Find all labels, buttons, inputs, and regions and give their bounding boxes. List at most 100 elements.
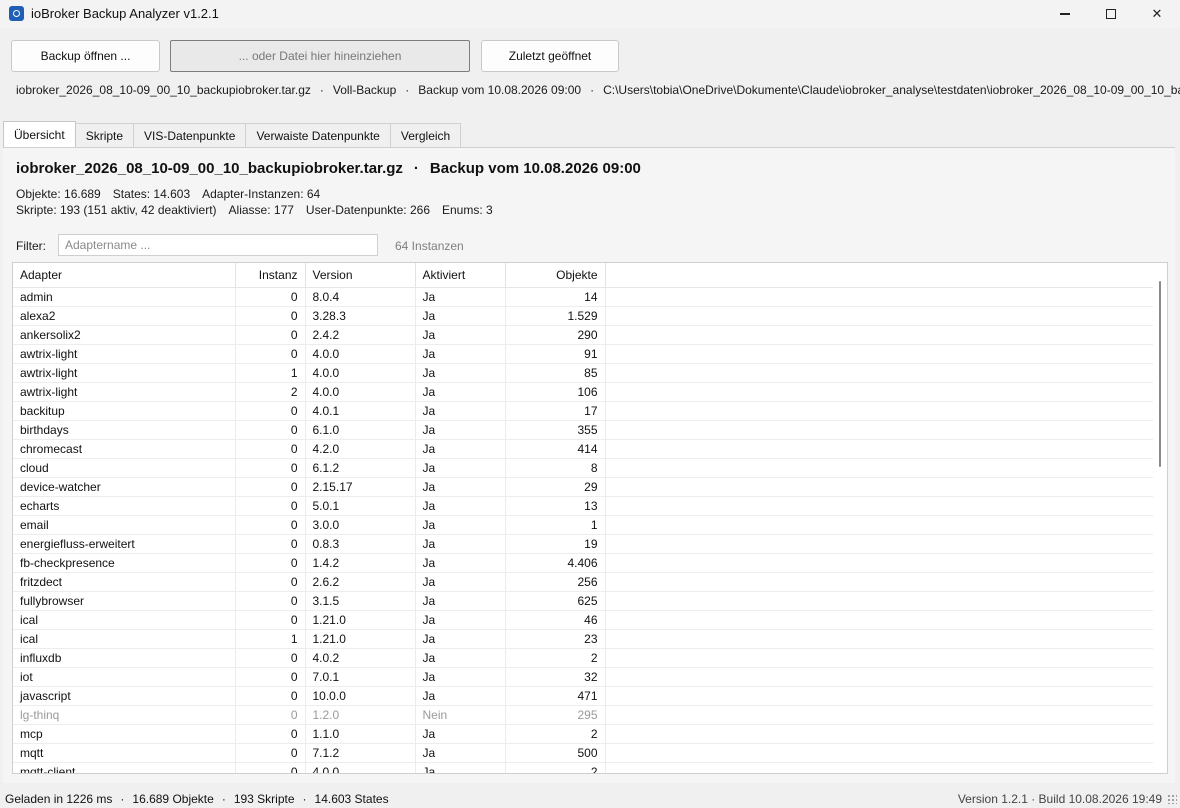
table-row[interactable]: awtrix-light 2 4.0.0 Ja 106 [13,382,1154,402]
table-row[interactable]: ankersolix2 0 2.4.2 Ja 290 [13,325,1154,345]
column-header-adapter[interactable]: Adapter [13,263,236,288]
filter-input[interactable] [58,234,378,256]
table-row[interactable]: lg-thinq 0 1.2.0 Nein 295 [13,705,1154,725]
table-row[interactable]: birthdays 0 6.1.0 Ja 355 [13,420,1154,440]
table-row[interactable]: admin 0 8.0.4 Ja 14 [13,287,1154,307]
table-header: Adapter Instanz Version Aktiviert Objekt… [13,263,1154,288]
cell-version: 1.21.0 [305,610,416,630]
cell-adapter: lg-thinq [13,705,236,725]
table-row[interactable]: energiefluss-erweitert 0 0.8.3 Ja 19 [13,534,1154,554]
column-header-version[interactable]: Version [305,263,416,288]
tab-scripts[interactable]: Skripte [74,123,135,147]
cell-version: 8.0.4 [305,287,416,307]
cell-filler [605,724,1154,744]
cell-objects: 13 [505,496,606,516]
table-row[interactable]: fb-checkpresence 0 1.4.2 Ja 4.406 [13,553,1154,573]
cell-adapter: alexa2 [13,306,236,326]
cell-enabled: Ja [415,306,506,326]
tab-compare[interactable]: Vergleich [389,123,462,147]
cell-adapter: fritzdect [13,572,236,592]
page-title: iobroker_2026_08_10-09_00_10_backupiobro… [16,160,641,177]
table-row[interactable]: ical 1 1.21.0 Ja 23 [13,629,1154,649]
cell-filler [605,572,1154,592]
table-row[interactable]: mqtt-client 0 4.0.0 Ja 2 [13,762,1154,773]
cell-instance: 0 [235,572,306,592]
cell-enabled: Ja [415,648,506,668]
column-header-instance[interactable]: Instanz [235,263,306,288]
column-header-objects[interactable]: Objekte [505,263,606,288]
cell-filler [605,648,1154,668]
cell-enabled: Ja [415,287,506,307]
column-header-filler [605,263,1154,288]
cell-instance: 0 [235,420,306,440]
cell-version: 1.1.0 [305,724,416,744]
cell-objects: 2 [505,762,606,773]
scrollbar-thumb[interactable] [1159,281,1161,467]
cell-instance: 0 [235,667,306,687]
tab-vis-datapoints[interactable]: VIS-Datenpunkte [133,123,247,147]
adapter-table[interactable]: Adapter Instanz Version Aktiviert Objekt… [12,262,1168,774]
cell-adapter: ankersolix2 [13,325,236,345]
cell-enabled: Ja [415,382,506,402]
close-icon: ✕ [1151,6,1163,21]
table-row[interactable]: alexa2 0 3.28.3 Ja 1.529 [13,306,1154,326]
cell-objects: 1 [505,515,606,535]
maximize-button[interactable] [1088,0,1134,28]
cell-instance: 0 [235,439,306,459]
title-bar: ioBroker Backup Analyzer v1.2.1 ✕ [0,0,1180,28]
table-row[interactable]: javascript 0 10.0.0 Ja 471 [13,686,1154,706]
cell-version: 2.6.2 [305,572,416,592]
cell-objects: 46 [505,610,606,630]
cell-filler [605,477,1154,497]
column-header-enabled[interactable]: Aktiviert [415,263,506,288]
table-row[interactable]: backitup 0 4.0.1 Ja 17 [13,401,1154,421]
cell-instance: 0 [235,477,306,497]
cell-adapter: echarts [13,496,236,516]
table-row[interactable]: cloud 0 6.1.2 Ja 8 [13,458,1154,478]
recent-files-button[interactable]: Zuletzt geöffnet [481,40,619,72]
table-row[interactable]: influxdb 0 4.0.2 Ja 2 [13,648,1154,668]
table-row[interactable]: chromecast 0 4.2.0 Ja 414 [13,439,1154,459]
minimize-button[interactable] [1042,0,1088,28]
resize-grip-icon[interactable] [1167,794,1177,804]
cell-instance: 0 [235,458,306,478]
cell-version: 5.0.1 [305,496,416,516]
cell-objects: 14 [505,287,606,307]
table-row[interactable]: echarts 0 5.0.1 Ja 13 [13,496,1154,516]
cell-adapter: mcp [13,724,236,744]
cell-instance: 1 [235,629,306,649]
table-row[interactable]: iot 0 7.0.1 Ja 32 [13,667,1154,687]
cell-filler [605,458,1154,478]
open-backup-button[interactable]: Backup öffnen ... [11,40,160,72]
cell-adapter: javascript [13,686,236,706]
cell-enabled: Ja [415,515,506,535]
table-row[interactable]: awtrix-light 0 4.0.0 Ja 91 [13,344,1154,364]
tab-orphaned-datapoints[interactable]: Verwaiste Datenpunkte [245,123,391,147]
table-row[interactable]: fritzdect 0 2.6.2 Ja 256 [13,572,1154,592]
table-row[interactable]: email 0 3.0.0 Ja 1 [13,515,1154,535]
file-drop-zone[interactable]: ... oder Datei hier hineinziehen [170,40,470,72]
cell-objects: 32 [505,667,606,687]
table-row[interactable]: mqtt 0 7.1.2 Ja 500 [13,743,1154,763]
cell-objects: 91 [505,344,606,364]
table-row[interactable]: mcp 0 1.1.0 Ja 2 [13,724,1154,744]
cell-adapter: fb-checkpresence [13,553,236,573]
status-bar: Geladen in 1226 ms · 16.689 Objekte · 193 Sk… [0,788,1180,808]
cell-version: 1.2.0 [305,705,416,725]
cell-version: 3.28.3 [305,306,416,326]
tab-overview[interactable]: Übersicht [3,121,76,147]
vertical-scrollbar[interactable] [1153,263,1167,773]
cell-objects: 500 [505,743,606,763]
cell-enabled: Ja [415,534,506,554]
table-row[interactable]: ical 0 1.21.0 Ja 46 [13,610,1154,630]
cell-filler [605,610,1154,630]
cell-adapter: energiefluss-erweitert [13,534,236,554]
cell-version: 6.1.0 [305,420,416,440]
table-row[interactable]: device-watcher 0 2.15.17 Ja 29 [13,477,1154,497]
close-button[interactable]: ✕ [1134,0,1180,28]
table-row[interactable]: fullybrowser 0 3.1.5 Ja 625 [13,591,1154,611]
cell-version: 4.0.0 [305,762,416,773]
file-name: iobroker_2026_08_10-09_00_10_backupiobro… [16,83,311,97]
table-row[interactable]: awtrix-light 1 4.0.0 Ja 85 [13,363,1154,383]
cell-objects: 2 [505,724,606,744]
